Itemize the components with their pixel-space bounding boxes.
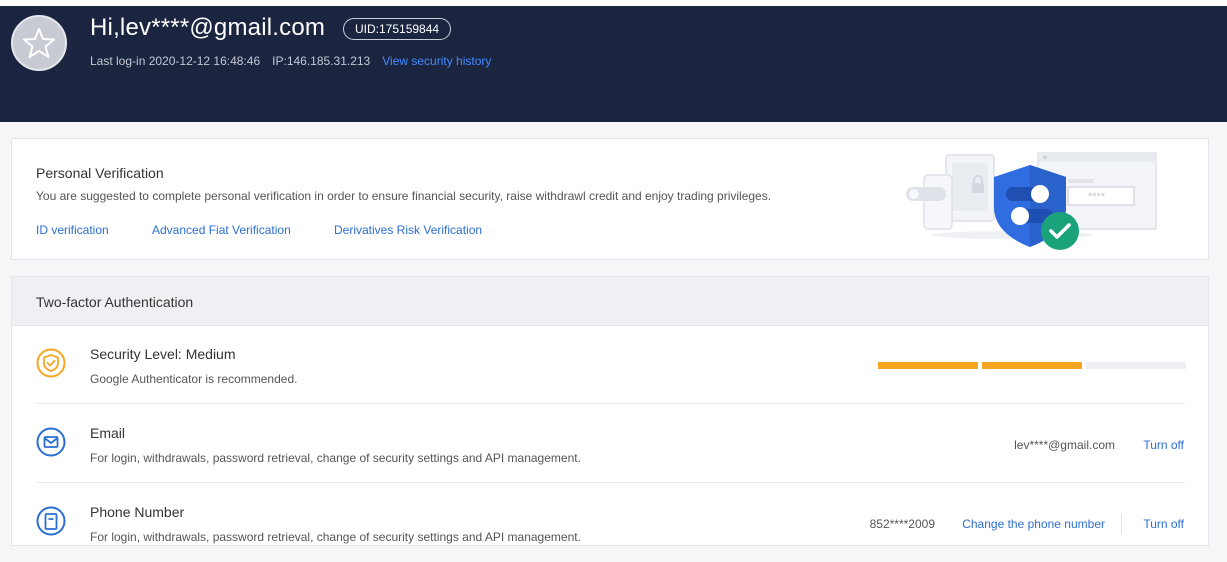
- password-mask-text: ****: [1088, 191, 1106, 203]
- last-login-time: Last log-in 2020-12-12 16:48:46: [90, 54, 261, 68]
- security-shield-illustration: ****: [906, 152, 1157, 250]
- greeting: Hi,lev****@gmail.com: [90, 14, 326, 41]
- security-level-description: Google Authenticator is recommended.: [90, 372, 298, 386]
- account-header: Hi,lev****@gmail.com UID:175159844 Last …: [0, 6, 1227, 122]
- email-description: For login, withdrawals, password retriev…: [90, 451, 581, 465]
- id-verification-link[interactable]: ID verification: [36, 223, 109, 237]
- two-factor-authentication-card: Two-factor Authentication Security Level…: [11, 276, 1209, 546]
- view-security-history-link[interactable]: View security history: [382, 54, 491, 68]
- avatar[interactable]: [11, 15, 67, 71]
- personal-verification-description: You are suggested to complete personal v…: [36, 189, 772, 203]
- phone-row: Phone Number For login, withdrawals, pas…: [12, 484, 1208, 562]
- change-phone-number-link[interactable]: Change the phone number: [962, 517, 1105, 531]
- star-icon: [23, 28, 55, 58]
- phone-icon: [36, 506, 66, 536]
- phone-turn-off-link[interactable]: Turn off: [1143, 517, 1184, 531]
- phone-title: Phone Number: [90, 504, 185, 520]
- personal-verification-title: Personal Verification: [36, 165, 164, 181]
- security-level-bar-segment: [878, 362, 978, 369]
- uid-badge: UID:175159844: [343, 18, 452, 40]
- security-level-title: Security Level: Medium: [90, 346, 236, 362]
- email-turn-off-link[interactable]: Turn off: [1143, 438, 1184, 452]
- row-divider: [36, 403, 1185, 404]
- phone-description: For login, withdrawals, password retriev…: [90, 530, 581, 544]
- mail-icon: [36, 427, 66, 457]
- two-factor-title: Two-factor Authentication: [36, 294, 194, 310]
- security-level-row: Security Level: Medium Google Authentica…: [12, 326, 1208, 404]
- last-login-info: Last log-in 2020-12-12 16:48:46 IP:146.18…: [90, 54, 491, 68]
- two-factor-header: Two-factor Authentication: [12, 277, 1208, 326]
- derivatives-risk-verification-link[interactable]: Derivatives Risk Verification: [334, 223, 482, 237]
- row-divider: [36, 482, 1185, 483]
- personal-verification-card: Personal Verification You are suggested …: [11, 138, 1209, 260]
- shield-icon: [36, 348, 66, 378]
- last-login-ip: IP:146.185.31.213: [272, 54, 371, 68]
- email-row: Email For login, withdrawals, password r…: [12, 405, 1208, 483]
- advanced-fiat-verification-link[interactable]: Advanced Fiat Verification: [152, 223, 291, 237]
- security-level-bar-segment: [982, 362, 1082, 369]
- phone-value: 852****2009: [869, 517, 935, 531]
- link-separator: [1121, 514, 1122, 534]
- security-level-bar-segment: [1086, 362, 1186, 369]
- email-title: Email: [90, 425, 126, 441]
- email-value: lev****@gmail.com: [1014, 438, 1115, 452]
